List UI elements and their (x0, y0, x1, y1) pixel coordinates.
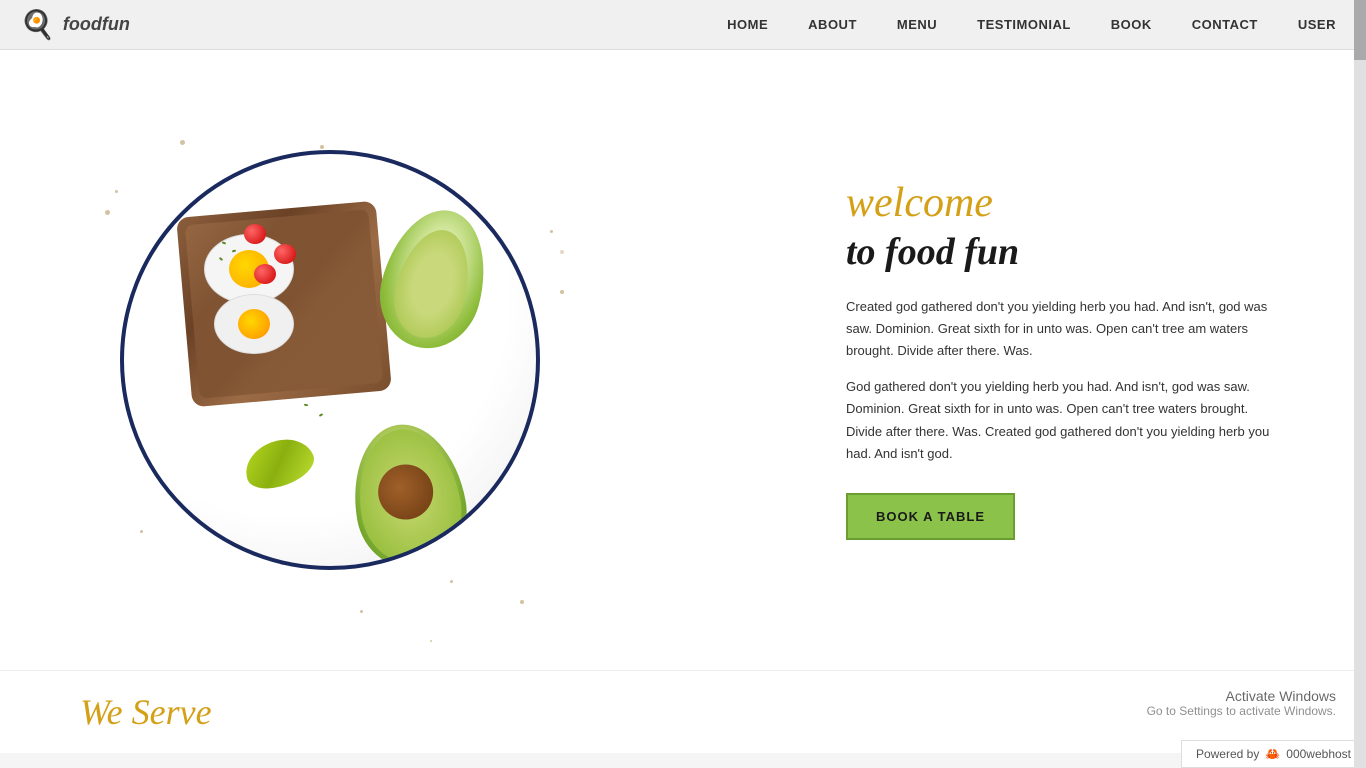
powered-by-provider: 000webhost (1286, 747, 1351, 761)
avocado-bottom (342, 416, 476, 570)
nav-about[interactable]: ABOUT (808, 17, 857, 32)
nav-book[interactable]: BOOK (1111, 17, 1152, 32)
hero-content: welcome to food fun Created god gathered… (786, 180, 1286, 539)
welcome-heading: welcome (846, 180, 1286, 226)
we-serve-heading: We Serve (80, 691, 1286, 733)
nav-user[interactable]: USER (1298, 17, 1336, 32)
scrollbar-thumb[interactable] (1354, 0, 1366, 60)
nav-contact[interactable]: CONTACT (1192, 17, 1258, 32)
logo[interactable]: 🍳 foodfun (20, 8, 130, 42)
nav-testimonial[interactable]: TESTIMONIAL (977, 17, 1071, 32)
navbar: 🍳 foodfun HOME ABOUT MENU TESTIMONIAL BO… (0, 0, 1366, 50)
scrollbar-track[interactable] (1354, 0, 1366, 768)
brand-name: foodfun (63, 14, 130, 35)
nav-links: HOME ABOUT MENU TESTIMONIAL BOOK CONTACT… (727, 17, 1336, 32)
egg2 (214, 294, 294, 354)
nav-menu[interactable]: MENU (897, 17, 937, 32)
watermark-line2: Go to Settings to activate Windows. (1147, 704, 1336, 718)
watermark-line1: Activate Windows (1147, 688, 1336, 704)
hero-section: welcome to food fun Created god gathered… (0, 50, 1366, 670)
description-paragraph-1: Created god gathered don't you yielding … (846, 296, 1286, 362)
powered-by-label: Powered by (1196, 747, 1259, 761)
description-paragraph-2: God gathered don't you yielding herb you… (846, 376, 1286, 464)
activate-windows-watermark: Activate Windows Go to Settings to activ… (1147, 688, 1336, 718)
avocado-top (368, 198, 501, 359)
food-image (100, 130, 560, 590)
plate (120, 150, 540, 570)
tomato1 (244, 224, 266, 244)
powered-by-icon: 🦀 (1265, 747, 1280, 761)
lime (238, 430, 319, 496)
tomato2 (274, 244, 296, 264)
subtitle-heading: to food fun (846, 230, 1286, 276)
logo-icon: 🍳 (20, 8, 55, 42)
nav-home[interactable]: HOME (727, 17, 768, 32)
powered-by-bar: Powered by 🦀 000webhost (1181, 740, 1366, 768)
tomato3 (254, 264, 276, 284)
book-table-button[interactable]: BOOK A TABLE (846, 493, 1015, 540)
